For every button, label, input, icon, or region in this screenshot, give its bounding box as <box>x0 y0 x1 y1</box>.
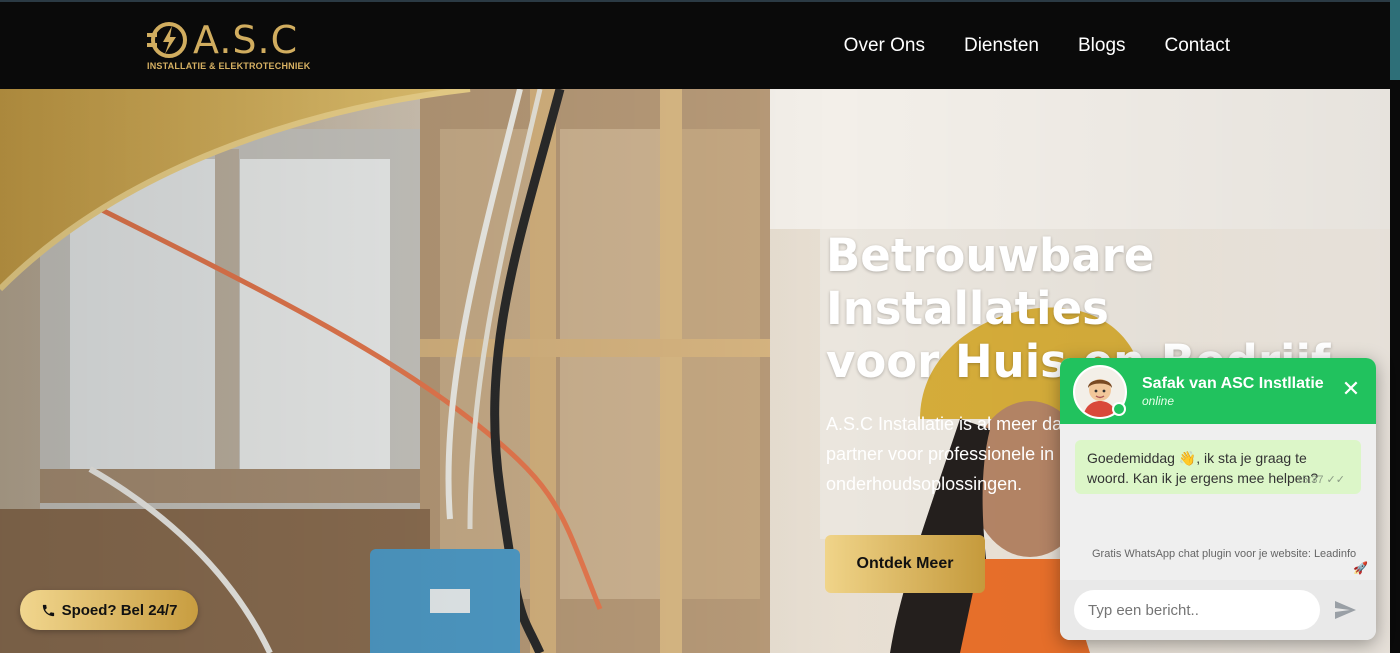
chat-footer <box>1060 580 1376 640</box>
menu-item-over-ons[interactable]: Over Ons <box>844 35 925 57</box>
hero-subtext-line-2: partner voor professionele in <box>826 444 1055 464</box>
menu-item-diensten[interactable]: Diensten <box>964 35 1039 57</box>
scrollbar-strip <box>1390 0 1400 80</box>
menu-item-blogs[interactable]: Blogs <box>1078 35 1126 57</box>
hero-headline-line-1: Betrouwbare <box>826 229 1155 282</box>
logo-text: A.S.C <box>193 18 299 62</box>
chat-body: Goedemiddag 👋, ik sta je graag te woord.… <box>1060 424 1376 580</box>
menu-item-contact[interactable]: Contact <box>1165 35 1230 57</box>
agent-status: online <box>1142 394 1175 408</box>
chat-message-text: Goedemiddag 👋, ik sta je graag te woord.… <box>1087 450 1319 486</box>
close-icon[interactable]: ✕ <box>1340 378 1362 400</box>
emergency-call-button[interactable]: Spoed? Bel 24/7 <box>20 590 198 630</box>
send-icon[interactable] <box>1332 598 1358 622</box>
agent-name: Safak van ASC Instllatie <box>1142 375 1324 392</box>
chat-message: Goedemiddag 👋, ik sta je graag te woord.… <box>1075 440 1361 494</box>
chat-message-time: 15:37 ✓✓ <box>1295 474 1345 486</box>
site-logo[interactable]: A.S.C INSTALLATIE & ELEKTROTECHNIEK <box>145 18 315 76</box>
whatsapp-icon <box>1112 402 1126 416</box>
top-navbar: A.S.C INSTALLATIE & ELEKTROTECHNIEK Over… <box>0 0 1390 89</box>
hero-subtext-line-3: onderhoudsoplossingen. <box>826 474 1023 494</box>
rocket-icon: 🚀 <box>1353 561 1368 575</box>
message-input[interactable] <box>1074 590 1320 630</box>
phone-icon <box>42 604 54 616</box>
plug-bolt-icon <box>147 22 187 58</box>
hero-subtext-line-1: A.S.C Installatie is al meer da <box>826 414 1063 434</box>
chat-header: Safak van ASC Instllatie online ✕ <box>1060 358 1376 424</box>
emergency-call-label: Spoed? Bel 24/7 <box>61 601 178 619</box>
hero-headline-line-2: Installaties <box>826 282 1109 335</box>
logo-subtitle: INSTALLATIE & ELEKTROTECHNIEK <box>147 61 311 71</box>
main-menu: Over Ons Diensten Blogs Contact <box>844 35 1230 57</box>
plugin-credit-link[interactable]: Gratis WhatsApp chat plugin voor je webs… <box>1092 547 1372 561</box>
whatsapp-chat-widget: Safak van ASC Instllatie online ✕ Goedem… <box>1060 358 1376 640</box>
ontdek-meer-button[interactable]: Ontdek Meer <box>825 535 985 593</box>
hero-subtext: A.S.C Installatie is al meer da partner … <box>826 409 1066 499</box>
